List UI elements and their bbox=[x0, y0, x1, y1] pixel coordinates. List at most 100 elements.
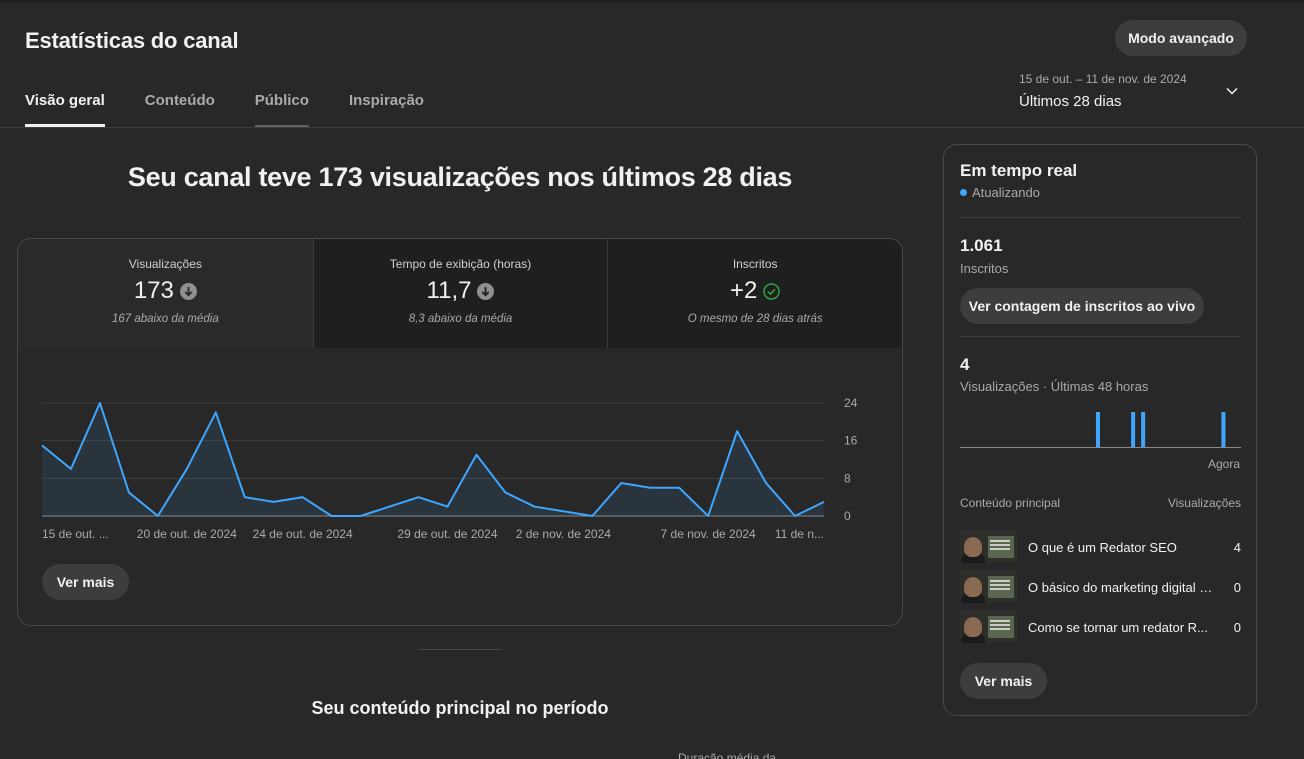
chart-point[interactable] bbox=[734, 428, 740, 434]
chart-point[interactable] bbox=[531, 504, 537, 510]
column-header-views: Visualizações bbox=[1167, 496, 1241, 510]
tab-overview[interactable]: Visão geral bbox=[25, 92, 105, 127]
date-range-picker[interactable]: 15 de out. – 11 de nov. de 2024 Últimos … bbox=[1019, 72, 1249, 116]
chevron-down-icon bbox=[1226, 87, 1238, 95]
metric-label: Inscritos bbox=[732, 257, 778, 271]
date-range-dates: 15 de out. – 11 de nov. de 2024 bbox=[1019, 72, 1187, 86]
metric-value-row: +2 bbox=[608, 277, 902, 305]
header-divider bbox=[0, 127, 1304, 128]
chart-point[interactable] bbox=[416, 494, 422, 500]
chart-point[interactable] bbox=[473, 452, 479, 458]
x-tick-label: 11 de n... bbox=[775, 527, 824, 541]
realtime-bar[interactable] bbox=[1141, 412, 1146, 447]
video-views: 0 bbox=[1233, 619, 1241, 635]
chart-point[interactable] bbox=[676, 485, 682, 491]
metric-value: +2 bbox=[729, 277, 758, 304]
chart-point[interactable] bbox=[271, 499, 277, 505]
chart-point[interactable] bbox=[821, 499, 827, 505]
video-thumbnail bbox=[960, 531, 1017, 563]
tab-inspiration[interactable]: Inspiração bbox=[349, 92, 424, 127]
chart-point[interactable] bbox=[705, 513, 711, 519]
chart-point[interactable] bbox=[358, 513, 364, 519]
see-more-button[interactable]: Ver mais bbox=[42, 564, 129, 600]
tab-content[interactable]: Conteúdo bbox=[145, 92, 215, 127]
video-title: Como se tornar um redator R... bbox=[1028, 619, 1208, 635]
tab-audience[interactable]: Público bbox=[254, 92, 310, 127]
metric-value: 173 bbox=[133, 277, 174, 304]
video-views: 4 bbox=[1233, 539, 1241, 555]
divider bbox=[960, 336, 1241, 337]
realtime-views-label: Visualizações · Últimas 48 horas bbox=[960, 379, 1149, 394]
x-tick-label: 24 de out. de 2024 bbox=[253, 527, 353, 541]
views-chart[interactable]: 24 16 8 0 15 de out. ... 20 de out. de 2024 24… bbox=[18, 379, 902, 549]
metric-views[interactable]: Visualizações 173 167 abaixo da média bbox=[18, 239, 313, 348]
metric-value-row: 173 bbox=[18, 277, 313, 305]
top-content-row[interactable]: O que é um Redator SEO 4 bbox=[960, 531, 1241, 563]
date-range-period: Últimos 28 dias bbox=[1019, 93, 1122, 110]
status-dot bbox=[960, 189, 967, 196]
chart-point[interactable] bbox=[242, 494, 248, 500]
realtime-see-more-button[interactable]: Ver mais bbox=[960, 663, 1047, 699]
metric-comparison: 8,3 abaixo da média bbox=[408, 313, 513, 325]
x-tick-label: 2 de nov. de 2024 bbox=[516, 527, 612, 541]
y-tick-label: 24 bbox=[844, 396, 858, 410]
realtime-card: Em tempo real Atualizando 1.061 Inscrito… bbox=[943, 144, 1257, 716]
metric-value-row: 11,7 bbox=[314, 277, 608, 305]
top-content-row[interactable]: O básico do marketing digital para redat… bbox=[960, 571, 1241, 603]
chart-point[interactable] bbox=[647, 485, 653, 491]
chart-area-fill bbox=[42, 403, 824, 516]
arrow-down-circle-icon bbox=[179, 282, 197, 300]
realtime-bar[interactable] bbox=[1095, 412, 1100, 447]
top-content-row[interactable]: Como se tornar um redator R... 0 bbox=[960, 611, 1241, 643]
x-tick-label: 20 de out. de 2024 bbox=[137, 527, 237, 541]
x-tick-label: 7 de nov. de 2024 bbox=[661, 527, 757, 541]
realtime-subscribers-label: Inscritos bbox=[960, 261, 1009, 276]
video-thumbnail bbox=[960, 611, 1017, 643]
y-tick-label: 16 bbox=[844, 434, 858, 448]
metrics-row: Visualizações 173 167 abaixo da média Te… bbox=[18, 239, 902, 348]
top-edge bbox=[0, 0, 1304, 3]
realtime-title: Em tempo real bbox=[960, 161, 1078, 180]
realtime-bar[interactable] bbox=[1221, 412, 1226, 447]
column-header-content: Conteúdo principal bbox=[960, 496, 1061, 510]
metric-label: Tempo de exibição (horas) bbox=[389, 257, 532, 271]
metric-watch-time[interactable]: Tempo de exibição (horas) 11,7 8,3 abaix… bbox=[312, 239, 608, 348]
realtime-now-label: Agora bbox=[1207, 457, 1240, 471]
chart-series-line bbox=[41, 402, 825, 517]
video-title: O que é um Redator SEO bbox=[1028, 539, 1177, 555]
chart-point[interactable] bbox=[560, 508, 566, 514]
video-thumbnail bbox=[960, 571, 1017, 603]
chart-point[interactable] bbox=[329, 513, 335, 519]
metric-subscribers[interactable]: Inscritos +2 O mesmo de 28 dias atrás bbox=[607, 239, 902, 348]
chart-point[interactable] bbox=[155, 513, 161, 519]
status-text: Atualizando bbox=[972, 185, 1040, 200]
divider bbox=[960, 217, 1241, 218]
x-tick-label: 15 de out. ... bbox=[42, 527, 109, 541]
chart-point[interactable] bbox=[300, 494, 306, 500]
chart-point[interactable] bbox=[502, 489, 508, 495]
y-tick-label: 8 bbox=[844, 471, 851, 485]
realtime-status: Atualizando bbox=[960, 185, 1040, 200]
column-header-avg-duration: Duração média da bbox=[678, 751, 777, 759]
realtime-views-bar-chart[interactable] bbox=[960, 407, 1241, 453]
chart-point[interactable] bbox=[618, 480, 624, 486]
chart-point[interactable] bbox=[444, 504, 450, 510]
chart-point[interactable] bbox=[97, 400, 103, 406]
page-title: Estatísticas do canal bbox=[25, 28, 239, 53]
realtime-bar[interactable] bbox=[1131, 412, 1136, 447]
advanced-mode-button[interactable]: Modo avançado bbox=[1115, 20, 1247, 56]
chart-point[interactable] bbox=[39, 442, 45, 448]
chart-point[interactable] bbox=[387, 504, 393, 510]
chart-point[interactable] bbox=[763, 480, 769, 486]
live-subscriber-count-button[interactable]: Ver contagem de inscritos ao vivo bbox=[960, 288, 1204, 324]
overview-headline: Seu canal teve 173 visualizações nos últ… bbox=[127, 162, 793, 192]
chart-point[interactable] bbox=[213, 409, 219, 415]
chart-point[interactable] bbox=[792, 513, 798, 519]
chart-point[interactable] bbox=[68, 466, 74, 472]
section-divider bbox=[419, 649, 501, 650]
chart-point[interactable] bbox=[126, 489, 132, 495]
chart-point[interactable] bbox=[184, 466, 190, 472]
chart-point[interactable] bbox=[589, 513, 595, 519]
tab-bar: Visão geral Conteúdo Público Inspiração bbox=[25, 92, 464, 127]
video-title: O básico do marketing digital para redat… bbox=[1028, 579, 1214, 595]
